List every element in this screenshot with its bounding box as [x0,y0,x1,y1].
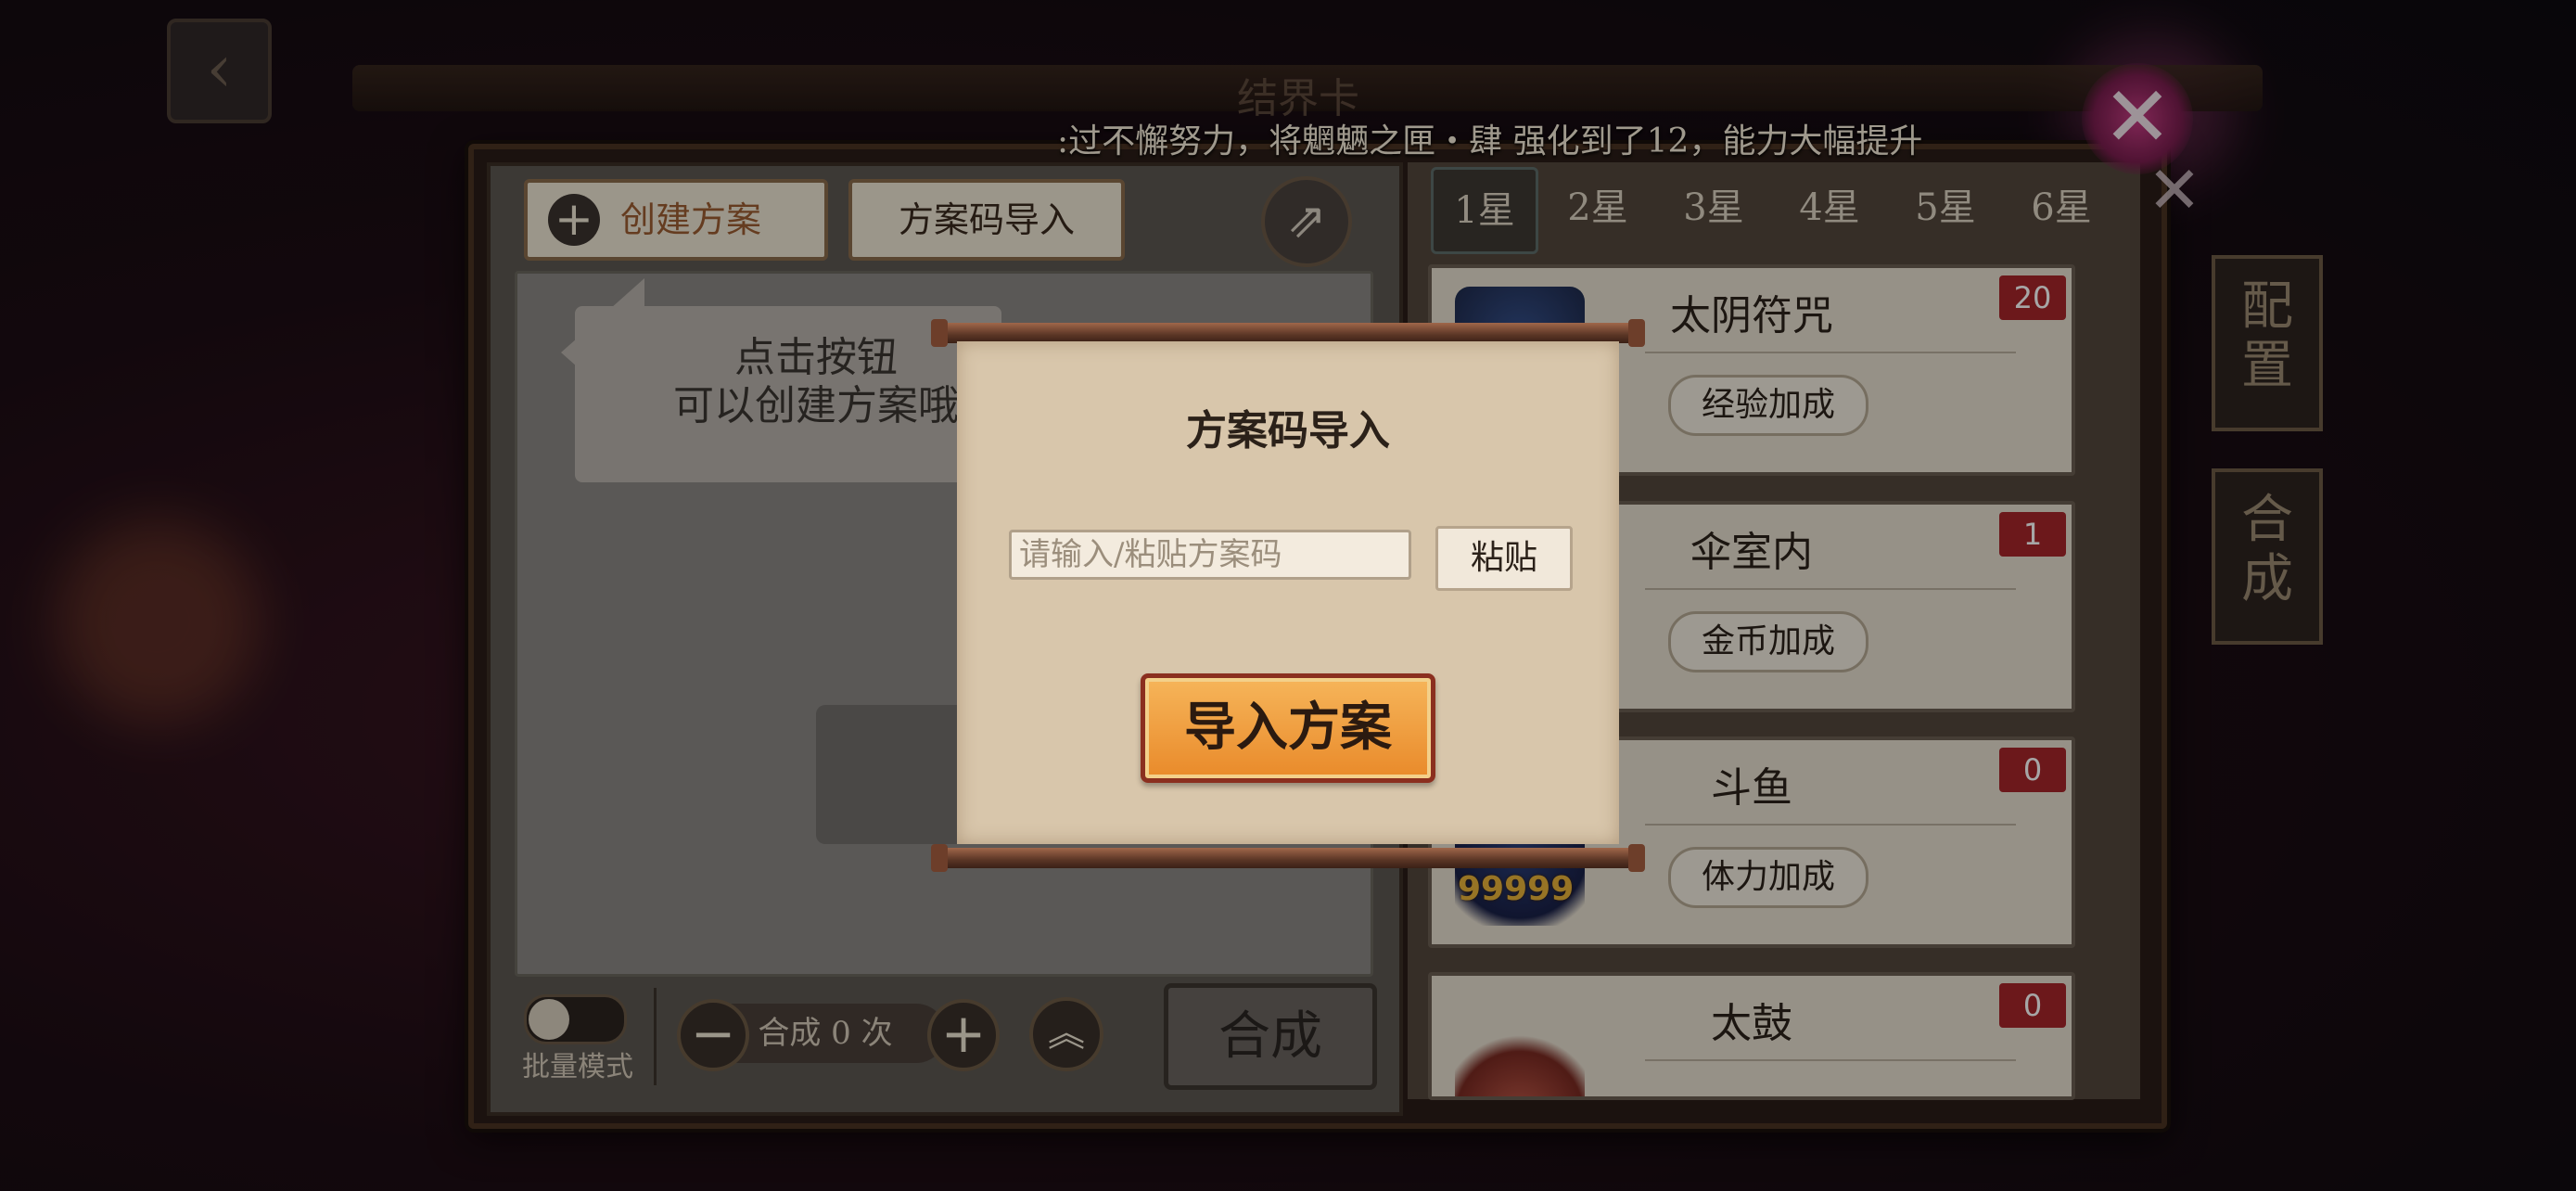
dialog-title: 方案码导入 [1186,407,1390,455]
scroll-rod-top [931,319,1645,347]
plan-code-input[interactable] [1009,530,1411,580]
import-plan-button[interactable]: 导入方案 [1141,673,1435,783]
paste-button[interactable]: 粘贴 [1435,526,1573,591]
scroll-rod-bottom [931,844,1645,872]
